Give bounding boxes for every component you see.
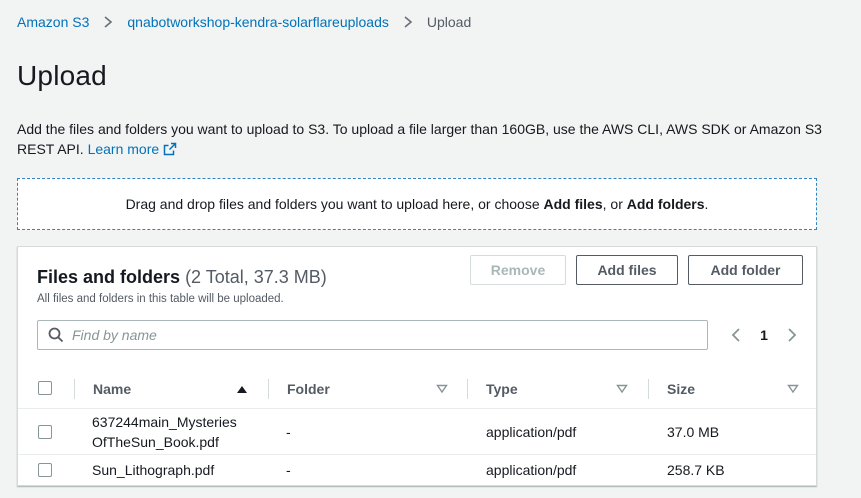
column-divider (648, 379, 649, 399)
pagination: 1 (726, 325, 802, 345)
row-checkbox[interactable] (38, 425, 52, 439)
file-folder: - (286, 424, 291, 440)
row-checkbox[interactable] (38, 463, 52, 477)
file-folder: - (286, 462, 291, 478)
table-row[interactable]: 637244main_Mysteries OfTheSun_Book.pdf -… (18, 409, 816, 455)
panel-subtitle: All files and folders in this table will… (37, 293, 284, 305)
files-and-folders-panel: Files and folders (2 Total, 37.3 MB) All… (17, 246, 817, 486)
add-folder-button[interactable]: Add folder (688, 255, 803, 285)
column-header-folder[interactable]: Folder (287, 369, 330, 409)
breadcrumb-current: Upload (426, 14, 472, 30)
dropzone-text: Drag and drop files and folders you want… (125, 196, 709, 212)
select-all-checkbox[interactable] (38, 381, 52, 395)
sort-descending-icon[interactable] (786, 382, 800, 396)
breadcrumb: Amazon S3 qnabotworkshop-kendra-solarfla… (17, 14, 471, 30)
sort-ascending-icon[interactable] (235, 382, 249, 396)
column-divider (268, 379, 269, 399)
breadcrumb-bucket[interactable]: qnabotworkshop-kendra-solarflareuploads (127, 14, 389, 30)
chevron-right-icon (404, 16, 413, 28)
page-title: Upload (17, 60, 107, 91)
page-description: Add the files and folders you want to up… (17, 119, 827, 159)
chevron-right-icon (104, 16, 113, 28)
file-name: Sun_Lithograph.pdf (92, 462, 215, 478)
upload-dropzone[interactable]: Drag and drop files and folders you want… (17, 178, 817, 230)
add-files-button[interactable]: Add files (576, 255, 678, 285)
column-header-size[interactable]: Size (667, 369, 695, 409)
panel-count: (2 Total, 37.3 MB) (185, 267, 327, 287)
column-divider (467, 379, 468, 399)
file-size: 258.7 KB (667, 462, 725, 478)
page-number[interactable]: 1 (752, 327, 776, 343)
sort-descending-icon[interactable] (615, 382, 629, 396)
learn-more-link[interactable]: Learn more (88, 141, 178, 157)
table-header: Name Folder Type Size (18, 369, 816, 409)
column-divider (74, 379, 75, 399)
file-type: application/pdf (486, 462, 577, 478)
column-header-type[interactable]: Type (486, 369, 518, 409)
external-link-icon (163, 142, 177, 156)
table-row[interactable]: Sun_Lithograph.pdf - application/pdf 258… (18, 455, 816, 485)
learn-more-label: Learn more (87, 141, 160, 157)
file-size: 37.0 MB (667, 424, 720, 440)
search-box (37, 320, 708, 350)
file-type: application/pdf (486, 424, 577, 440)
search-icon (48, 327, 64, 343)
sort-descending-icon[interactable] (435, 382, 449, 396)
column-header-name[interactable]: Name (93, 369, 131, 409)
search-input[interactable] (72, 327, 707, 343)
remove-button[interactable]: Remove (470, 255, 566, 285)
file-name: 637244main_Mysteries OfTheSun_Book.pdf (92, 414, 237, 450)
breadcrumb-amazon-s3[interactable]: Amazon S3 (17, 14, 89, 30)
next-page-button[interactable] (782, 325, 802, 345)
panel-title: Files and folders (2 Total, 37.3 MB) (37, 267, 327, 287)
chevron-right-icon (788, 328, 797, 342)
chevron-left-icon (731, 328, 740, 342)
previous-page-button[interactable] (726, 325, 746, 345)
